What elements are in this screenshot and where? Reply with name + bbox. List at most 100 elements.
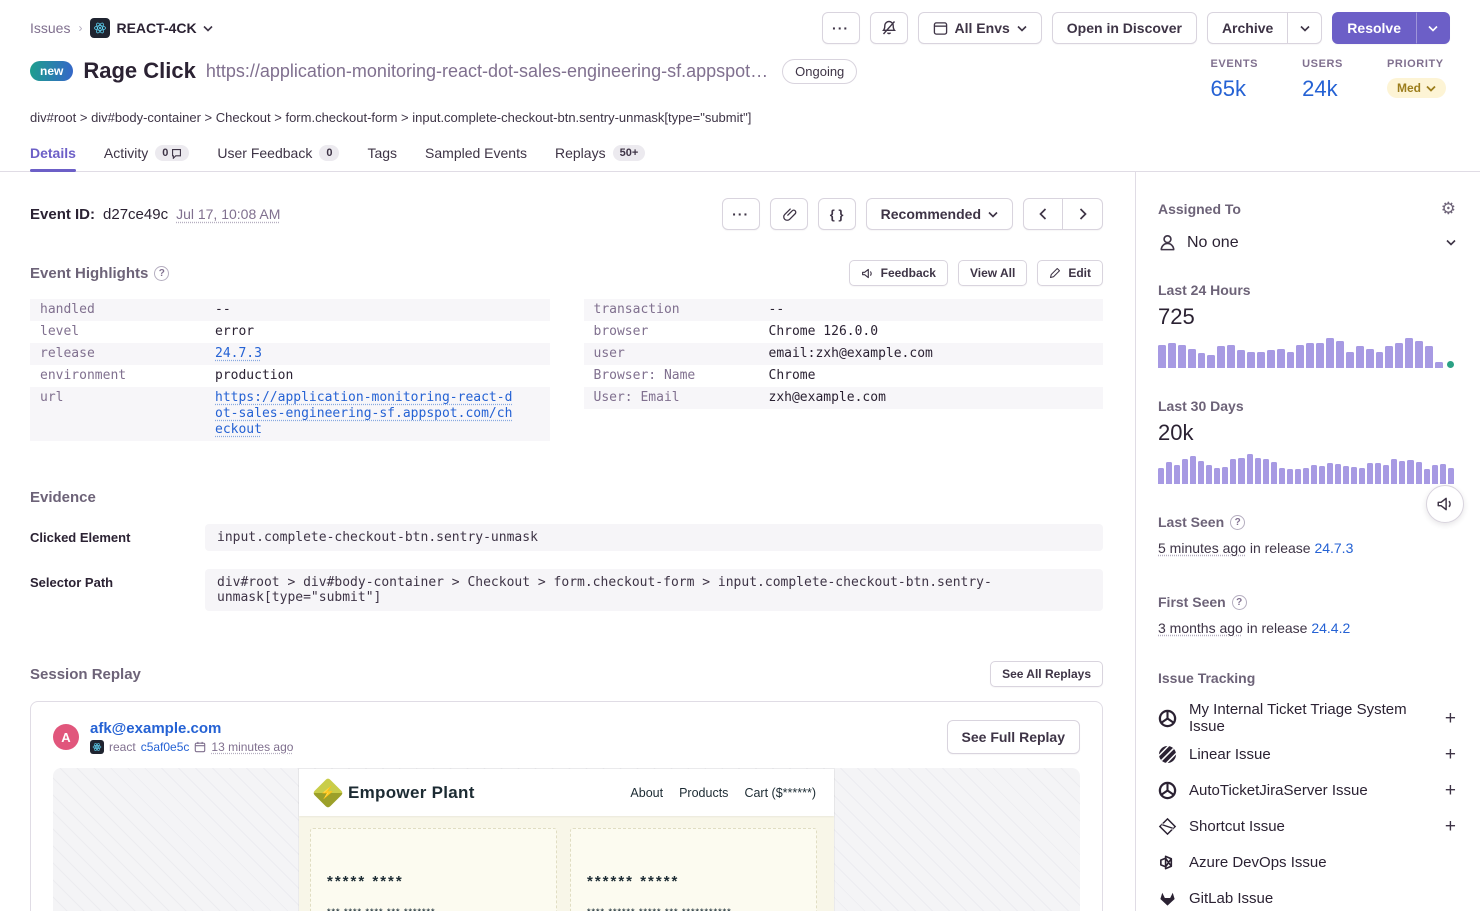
edit-button[interactable]: Edit [1037,260,1103,286]
user-icon [1158,233,1177,252]
replay-id-link[interactable]: c5af0e5c [141,740,190,754]
events-count[interactable]: 65k [1210,76,1258,102]
tab-sampled-events[interactable]: Sampled Events [425,145,527,171]
plant-logo-icon: ⚡ [312,777,343,808]
copy-link-button[interactable] [770,198,808,230]
view-all-button[interactable]: View All [958,260,1027,286]
tracking-item-shortcut[interactable]: Shortcut Issue + [1158,808,1456,844]
archive-dropdown-button[interactable] [1288,12,1322,44]
tracking-item-azure-devops[interactable]: Azure DevOps Issue [1158,844,1456,880]
next-event-button[interactable] [1063,198,1103,230]
tracking-item-linear[interactable]: Linear Issue + [1158,736,1456,772]
replayed-page: ⚡ Empower Plant About Products Cart ($**… [299,769,834,911]
help-icon[interactable]: ? [154,266,169,281]
url-link[interactable]: https://application-monitoring-react-dot… [215,390,515,438]
add-issue-button[interactable]: + [1445,781,1456,800]
see-all-replays-button[interactable]: See All Replays [990,661,1103,687]
clicked-element-value: input.complete-checkout-btn.sentry-unmas… [205,524,1103,551]
view-json-button[interactable]: { } [818,198,856,230]
last-30-days-count: 20k [1158,420,1456,446]
add-issue-button[interactable]: + [1445,709,1456,728]
table-row: handled-- [30,299,550,321]
more-actions-button[interactable]: ··· [822,12,860,44]
issue-culprit: div#root > div#body-container > Checkout… [30,110,1450,125]
first-seen-release-link[interactable]: 24.4.2 [1311,620,1350,636]
breadcrumb-project[interactable]: REACT-4CK [90,18,212,38]
previous-event-button[interactable] [1023,198,1063,230]
first-seen-time[interactable]: 3 months ago [1158,620,1243,636]
last-seen-time[interactable]: 5 minutes ago [1158,540,1246,556]
feedback-label: Feedback [881,266,936,280]
new-badge: new [30,61,73,81]
release-link[interactable]: 24.7.3 [215,346,262,362]
tracking-item-label: My Internal Ticket Triage System Issue [1189,701,1433,735]
site-nav-products: Products [679,786,728,800]
mute-alerts-button[interactable] [870,12,908,44]
add-issue-button[interactable]: + [1445,745,1456,764]
tab-replays[interactable]: Replays 50+ [555,145,645,171]
table-row: browserChrome 126.0.0 [584,321,1104,343]
feedback-button[interactable]: Feedback [849,260,948,286]
replay-user-link[interactable]: afk@example.com [90,720,293,737]
ticket-triage-icon [1158,781,1177,800]
tracking-item-autoticketjiraserver[interactable]: AutoTicketJiraServer Issue + [1158,772,1456,808]
tab-sampled-events-label: Sampled Events [425,145,527,161]
users-count[interactable]: 24k [1302,76,1343,102]
event-timestamp[interactable]: Jul 17, 10:08 AM [176,206,280,222]
add-issue-button[interactable]: + [1445,817,1456,836]
event-selector-label: Recommended [881,206,981,222]
header-actions: ··· All Envs Open in Discover Archive Re… [822,12,1450,44]
react-platform-icon [90,740,104,754]
brand-name: Empower Plant [348,783,475,803]
chevron-down-icon [1426,85,1436,92]
ellipsis-icon: ··· [732,206,749,222]
priority-selector[interactable]: Med [1387,78,1446,98]
table-row: User: Emailzxh@example.com [584,387,1104,409]
tracking-item-label: Azure DevOps Issue [1189,854,1327,871]
archive-button[interactable]: Archive [1207,12,1288,44]
tracking-item-label: Shortcut Issue [1189,818,1285,835]
last-30-days-chart [1158,454,1454,484]
last-seen-release-link[interactable]: 24.7.3 [1314,540,1353,556]
megaphone-icon [861,267,874,280]
replay-viewport[interactable]: ⚡ Empower Plant About Products Cart ($**… [53,768,1080,911]
environment-selector[interactable]: All Envs [918,12,1042,44]
session-replay-title: Session Replay [30,666,141,683]
resolve-dropdown-button[interactable] [1416,12,1450,44]
tab-activity[interactable]: Activity 0 [104,145,189,171]
chevron-down-icon [1017,25,1027,32]
event-more-button[interactable]: ··· [722,198,760,230]
event-selector-dropdown[interactable]: Recommended [866,198,1013,230]
gear-icon[interactable]: ⚙ [1441,200,1456,217]
react-project-icon [90,18,110,38]
resolve-button[interactable]: Resolve [1332,12,1416,44]
chevron-down-icon [988,211,998,218]
events-label: EVENTS [1210,58,1258,70]
last-24-hours-chart [1158,338,1454,368]
tab-user-feedback[interactable]: User Feedback 0 [217,145,339,171]
open-in-discover-button[interactable]: Open in Discover [1052,12,1197,44]
page-header: Issues › REACT-4CK ··· All Envs Open in … [0,12,1480,171]
evidence-title: Evidence [30,489,96,506]
main-panel: Event ID: d27ce49c Jul 17, 10:08 AM ··· … [0,172,1135,911]
window-icon [933,21,948,36]
see-full-replay-button[interactable]: See Full Replay [947,720,1080,754]
product-title-masked: ***** **** [327,873,540,890]
latest-event-marker [1447,361,1454,368]
replay-card: A afk@example.com react c5af0e5c 13 minu… [30,701,1103,911]
tracking-item-internal-triage[interactable]: My Internal Ticket Triage System Issue + [1158,700,1456,736]
breadcrumb-issues-link[interactable]: Issues [30,20,70,36]
floating-feedback-button[interactable] [1426,485,1464,523]
tracking-item-label: AutoTicketJiraServer Issue [1189,782,1368,799]
tab-tags[interactable]: Tags [367,145,397,171]
help-icon[interactable]: ? [1230,515,1245,530]
product-card: ***** **** *** **** **** *** ******* Add… [310,828,557,911]
assignee-selector[interactable]: No one [1158,233,1456,252]
tab-activity-label: Activity [104,145,148,161]
tab-details[interactable]: Details [30,145,76,171]
help-icon[interactable]: ? [1232,595,1247,610]
tracking-item-gitlab[interactable]: GitLab Issue [1158,880,1456,911]
replay-time-ago[interactable]: 13 minutes ago [211,740,293,754]
last-30-days-title: Last 30 Days [1158,398,1456,414]
see-full-replay-label: See Full Replay [962,729,1065,745]
